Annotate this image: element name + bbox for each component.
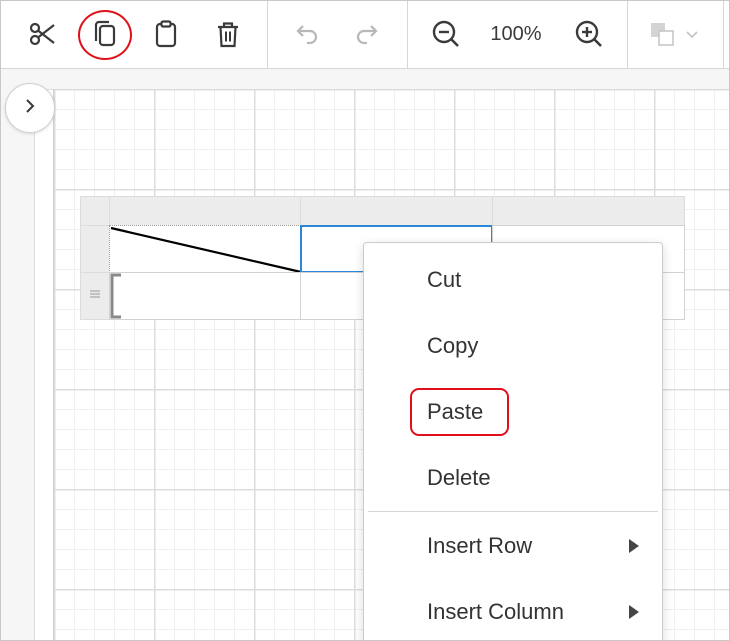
toolbar-separator <box>723 1 724 68</box>
paste-button[interactable] <box>144 12 188 56</box>
trash-icon <box>213 19 243 49</box>
row-header[interactable] <box>80 272 110 320</box>
copy-highlight-annotation <box>78 10 132 60</box>
report-designer-window: 100% Cut Copy Paste Delete Insert Row In… <box>0 0 730 641</box>
column-header[interactable] <box>492 196 685 226</box>
row-bracket-icon <box>110 273 121 319</box>
menu-item-insert-column[interactable]: Insert Column <box>364 586 662 638</box>
cut-button[interactable] <box>20 12 64 56</box>
redo-button[interactable] <box>346 12 390 56</box>
zoom-level: 100% <box>490 23 542 45</box>
delete-button[interactable] <box>206 12 250 56</box>
scissors-icon <box>27 19 57 49</box>
context-menu: Cut Copy Paste Delete Insert Row Insert … <box>363 242 663 640</box>
table-cell[interactable] <box>109 225 302 274</box>
toolbar-separator <box>627 1 628 68</box>
menu-item-label: Insert Column <box>427 599 564 624</box>
redo-icon <box>353 19 383 49</box>
horizontal-ruler <box>34 69 729 90</box>
menu-item-label: Copy <box>427 333 479 358</box>
expand-panel-button[interactable] <box>5 83 55 133</box>
chevron-right-icon <box>21 97 39 120</box>
column-header[interactable] <box>300 196 493 226</box>
undo-icon <box>291 19 321 49</box>
clipboard-icon <box>151 19 181 49</box>
vertical-ruler <box>1 69 35 640</box>
menu-item-copy[interactable]: Copy <box>364 320 662 372</box>
menu-item-label: Cut <box>427 267 462 292</box>
menu-item-cut[interactable]: Cut <box>364 254 662 306</box>
zoom-in-button[interactable] <box>567 12 611 56</box>
menu-item-label: Insert Row <box>427 533 533 558</box>
zoom-out-button[interactable] <box>424 12 468 56</box>
row-header[interactable] <box>80 225 110 273</box>
toolbar: 100% <box>1 1 729 69</box>
submenu-arrow-icon <box>629 605 639 619</box>
undo-button[interactable] <box>284 12 328 56</box>
zoom-out-icon <box>430 18 462 50</box>
column-header[interactable] <box>109 196 301 226</box>
zoom-in-icon <box>573 18 605 50</box>
menu-separator <box>368 511 658 512</box>
menu-item-label: Delete <box>427 465 491 490</box>
diagonal-line <box>110 226 302 274</box>
fill-color-icon <box>645 19 705 49</box>
menu-item-paste[interactable]: Paste <box>364 386 662 438</box>
fill-color-dropdown[interactable] <box>643 12 707 56</box>
menu-item-delete[interactable]: Delete <box>364 452 662 504</box>
paste-highlight-annotation <box>410 388 509 436</box>
toolbar-separator <box>267 1 268 68</box>
table-corner-handle[interactable] <box>80 196 110 226</box>
menu-item-insert-row[interactable]: Insert Row <box>364 520 662 572</box>
toolbar-separator <box>407 1 408 68</box>
table-cell[interactable] <box>109 272 301 320</box>
submenu-arrow-icon <box>629 539 639 553</box>
